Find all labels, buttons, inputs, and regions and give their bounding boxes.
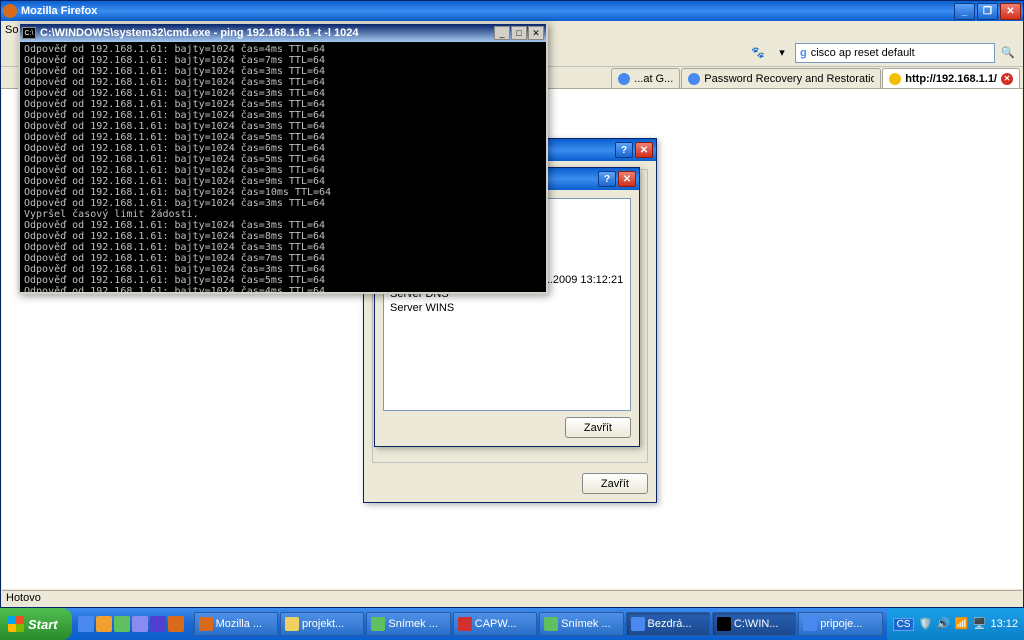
quick-launch (72, 616, 190, 632)
task-label: Snímek ... (561, 618, 611, 630)
search-box[interactable]: g cisco ap reset default (795, 43, 995, 63)
google-icon: g (800, 47, 807, 59)
firefox-titlebar[interactable]: Mozilla Firefox _ ❐ ✕ (1, 1, 1023, 21)
task-icon (199, 617, 213, 631)
taskbar-task[interactable]: projekt... (280, 612, 364, 636)
network-icon[interactable]: 📶 (954, 617, 968, 631)
app-icon[interactable] (150, 616, 166, 632)
minimize-button[interactable]: _ (954, 3, 975, 20)
task-label: Snímek ... (388, 618, 438, 630)
tab-label: Password Recovery and Restoration of ... (704, 73, 874, 85)
close-button[interactable]: ✕ (528, 26, 544, 40)
tab-label: ...at G... (634, 73, 673, 85)
task-label: Bezdrá... (648, 618, 692, 630)
task-icon (285, 617, 299, 631)
status-text: Hotovo (6, 592, 41, 604)
task-label: Mozilla ... (216, 618, 262, 630)
desktop-icon[interactable] (114, 616, 130, 632)
task-label: CAPW... (475, 618, 517, 630)
close-dialog-button[interactable]: Zavřít (582, 473, 648, 494)
firefox-title: Mozilla Firefox (21, 5, 954, 17)
tray-icon[interactable]: 🖥️ (972, 617, 986, 631)
browser-tab[interactable]: http://192.168.1.1/ ✕ (882, 68, 1020, 88)
close-button[interactable]: ✕ (1000, 3, 1021, 20)
taskbar-task[interactable]: Snímek ... (366, 612, 450, 636)
favicon (688, 73, 700, 85)
maximize-button[interactable]: □ (511, 26, 527, 40)
cmd-window: C:\ C:\WINDOWS\system32\cmd.exe - ping 1… (18, 22, 548, 294)
task-icon (371, 617, 385, 631)
favicon (889, 73, 901, 85)
mail-icon[interactable] (96, 616, 112, 632)
maximize-button[interactable]: ❐ (977, 3, 998, 20)
close-button[interactable]: ✕ (635, 142, 653, 158)
system-tray[interactable]: CS 🛡️ 🔊 📶 🖥️ 13:12 (887, 608, 1024, 640)
browser-tab[interactable]: Password Recovery and Restoration of ... (681, 68, 881, 88)
help-button[interactable]: ? (598, 171, 616, 187)
start-button[interactable]: Start (0, 608, 72, 640)
language-indicator[interactable]: CS (893, 618, 915, 631)
cmd-titlebar[interactable]: C:\ C:\WINDOWS\system32\cmd.exe - ping 1… (20, 24, 546, 42)
search-text: cisco ap reset default (811, 47, 915, 59)
detail-row: Server WINS (390, 301, 624, 315)
task-icon (544, 617, 558, 631)
firefox-icon[interactable] (168, 616, 184, 632)
firefox-icon (3, 4, 17, 18)
taskbar: Start Mozilla ... projekt... Snímek ... CAP… (0, 608, 1024, 640)
minimize-button[interactable]: _ (494, 26, 510, 40)
cmd-output[interactable]: Odpověď od 192.168.1.61: bajty=1024 čas=… (20, 42, 546, 292)
taskbar-task[interactable]: Snímek ... (539, 612, 623, 636)
firefox-statusbar: Hotovo (2, 590, 1022, 606)
task-icon (803, 617, 817, 631)
search-go-icon[interactable]: 🔍 (997, 42, 1019, 64)
windows-logo-icon (8, 616, 24, 632)
start-label: Start (28, 617, 58, 632)
down-icon[interactable]: ▾ (771, 42, 793, 64)
taskbar-tasks: Mozilla ... projekt... Snímek ... CAPW... Sn… (190, 612, 887, 636)
app-icon[interactable] (132, 616, 148, 632)
task-icon (631, 617, 645, 631)
task-icon (458, 617, 472, 631)
task-label: projekt... (302, 618, 344, 630)
tray-icon[interactable]: 🛡️ (918, 617, 932, 631)
taskbar-task[interactable]: Bezdrá... (626, 612, 710, 636)
task-label: pripoje... (820, 618, 862, 630)
taskbar-task[interactable]: Mozilla ... (194, 612, 278, 636)
close-dialog-button[interactable]: Zavřít (565, 417, 631, 438)
task-label: C:\WIN... (734, 618, 779, 630)
paw-icon[interactable]: 🐾 (747, 42, 769, 64)
clock[interactable]: 13:12 (990, 618, 1018, 630)
cmd-title-text: C:\WINDOWS\system32\cmd.exe - ping 192.1… (40, 27, 494, 39)
tray-icon[interactable]: 🔊 (936, 617, 950, 631)
taskbar-task[interactable]: C:\WIN... (712, 612, 796, 636)
ie-icon[interactable] (78, 616, 94, 632)
task-icon (717, 617, 731, 631)
close-button[interactable]: ✕ (618, 171, 636, 187)
tab-close-icon[interactable]: ✕ (1001, 73, 1013, 85)
help-button[interactable]: ? (615, 142, 633, 158)
taskbar-task[interactable]: CAPW... (453, 612, 537, 636)
taskbar-task[interactable]: pripoje... (798, 612, 882, 636)
cmd-icon: C:\ (22, 27, 36, 39)
favicon (618, 73, 630, 85)
tab-label: http://192.168.1.1/ (905, 73, 997, 85)
browser-tab[interactable]: ...at G... (611, 68, 680, 88)
